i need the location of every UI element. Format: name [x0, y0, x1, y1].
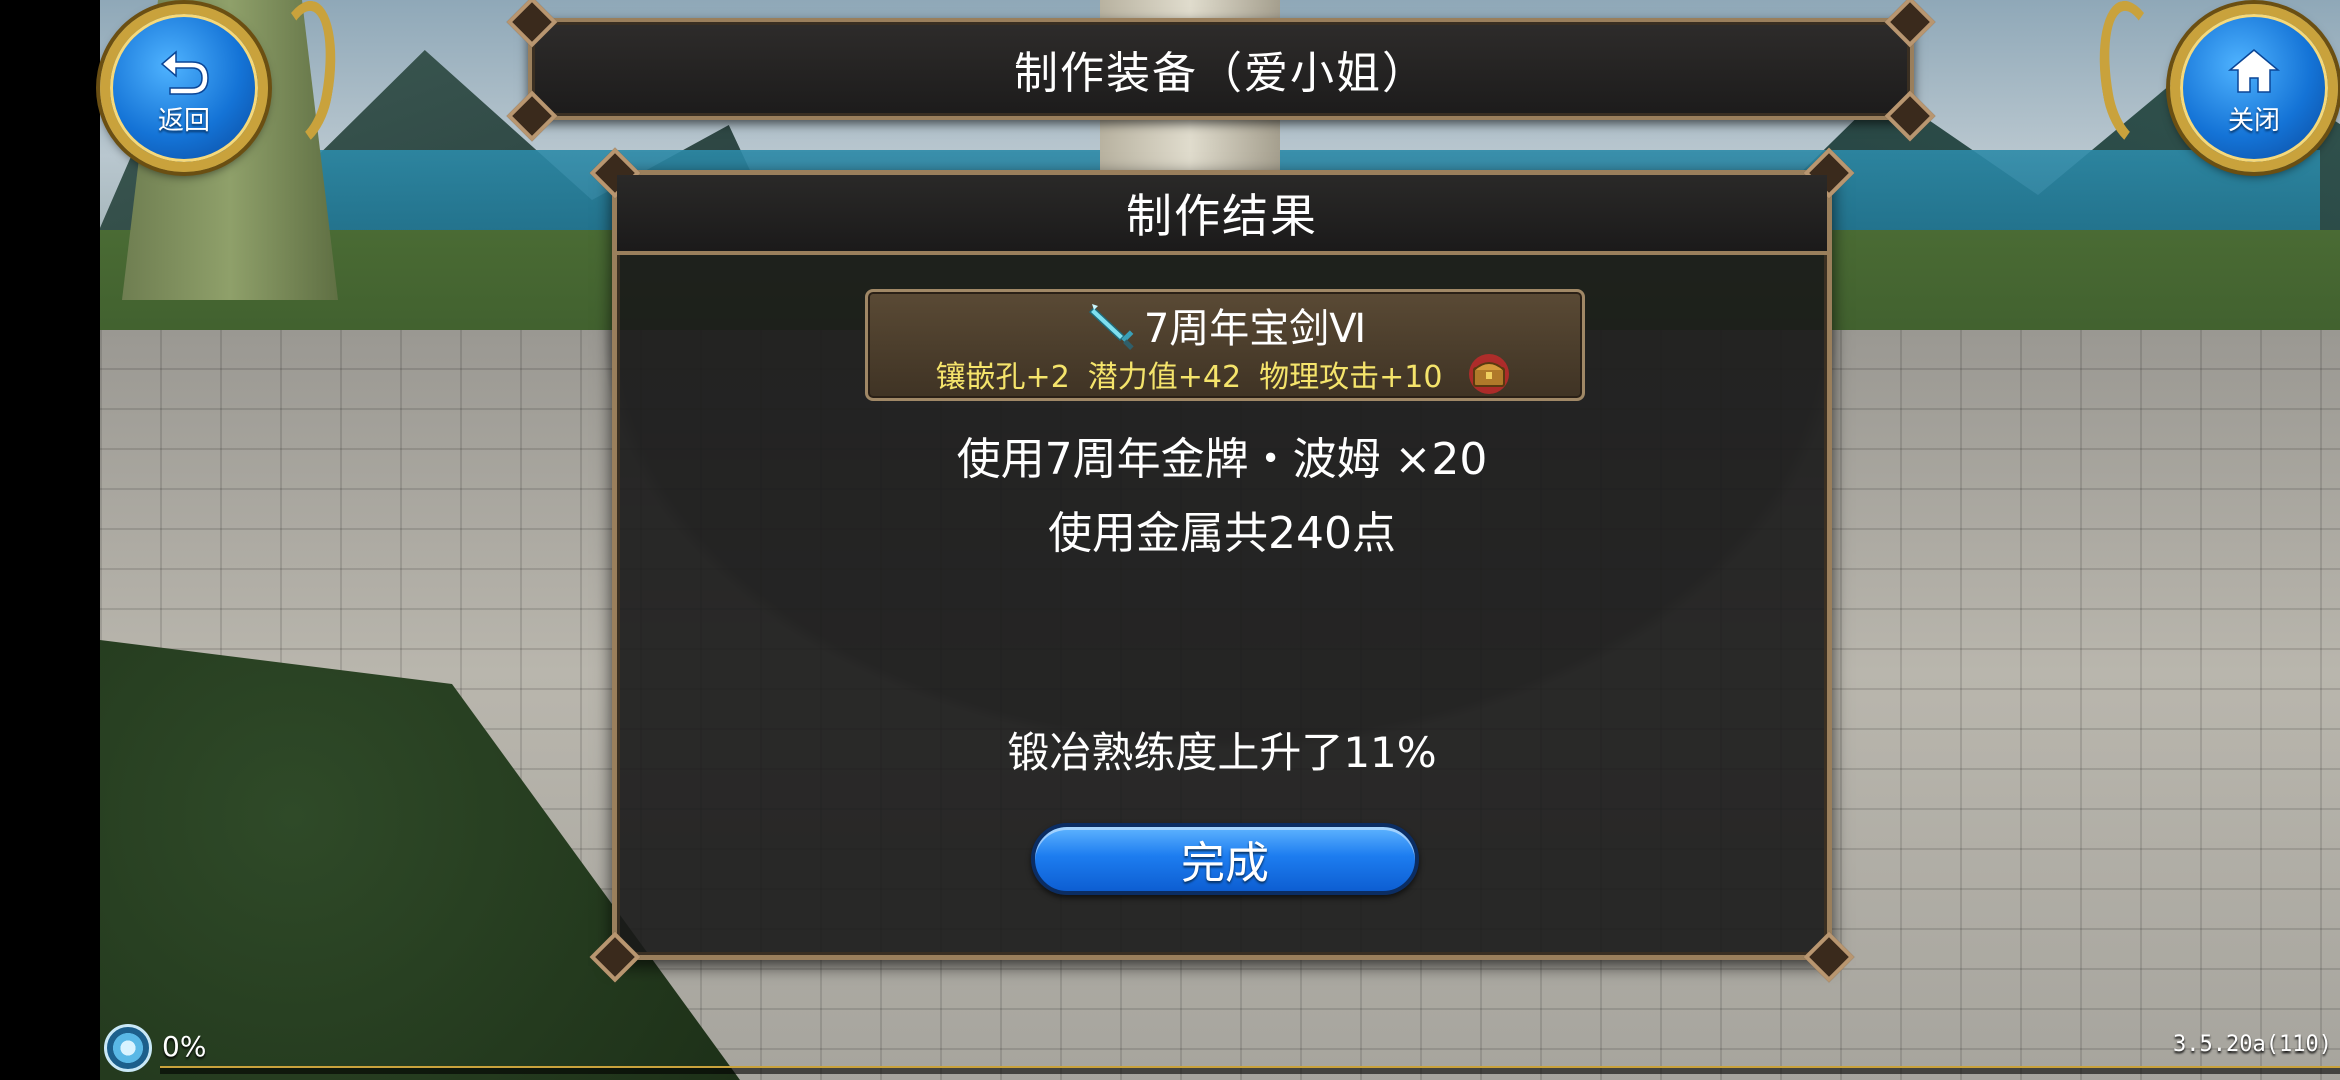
item-name-row: 7周年宝剑Ⅵ [868, 300, 1582, 352]
treasure-chest-icon [1469, 354, 1510, 394]
panel-title-bar: 制作结果 [617, 175, 1827, 255]
loading-spinner-icon [104, 1024, 152, 1072]
stat-potential: 潜力值+42 [1087, 360, 1242, 395]
progress-bar [160, 1066, 2340, 1074]
back-label: 返回 [157, 105, 210, 136]
close-label: 关闭 [2227, 105, 2280, 136]
item-stats: 镶嵌孔+2 潜力值+42 物理攻击+10 [868, 354, 1582, 395]
window-title: 制作装备（爱小姐） [1014, 48, 1428, 99]
version-label: 3.5.20a(110) [2173, 1032, 2332, 1057]
crafted-item-card[interactable]: 7周年宝剑Ⅵ 镶嵌孔+2 潜力值+42 物理攻击+10 [865, 289, 1585, 401]
craft-result-panel: 制作结果 7周年宝剑Ⅵ 镶嵌孔+2 潜力值+42 物理攻击+10 使用7周年金牌… [589, 147, 1855, 983]
close-button[interactable]: 关闭 [2170, 4, 2338, 172]
item-name: 7周年宝剑Ⅵ [1143, 306, 1367, 352]
back-arrow-icon [160, 49, 209, 95]
panel-title: 制作结果 [1126, 189, 1318, 243]
material-used-text: 使用7周年金牌・波姆 ×20 [956, 434, 1488, 485]
progress-percent: 0% [162, 1030, 207, 1063]
window-title-bar: 制作装备（爱小姐） [506, 0, 1936, 142]
done-button[interactable]: 完成 [1031, 823, 1419, 895]
stat-socket: 镶嵌孔+2 [935, 360, 1070, 395]
done-label: 完成 [1181, 838, 1269, 889]
stat-physical-attack: 物理攻击+10 [1259, 360, 1443, 395]
sword-icon [1088, 304, 1134, 350]
back-button[interactable]: 返回 [100, 4, 268, 172]
metal-used-text: 使用金属共240点 [1048, 508, 1396, 559]
skill-increase-text: 锻冶熟练度上升了11% [1007, 728, 1437, 777]
home-icon [2227, 48, 2281, 93]
